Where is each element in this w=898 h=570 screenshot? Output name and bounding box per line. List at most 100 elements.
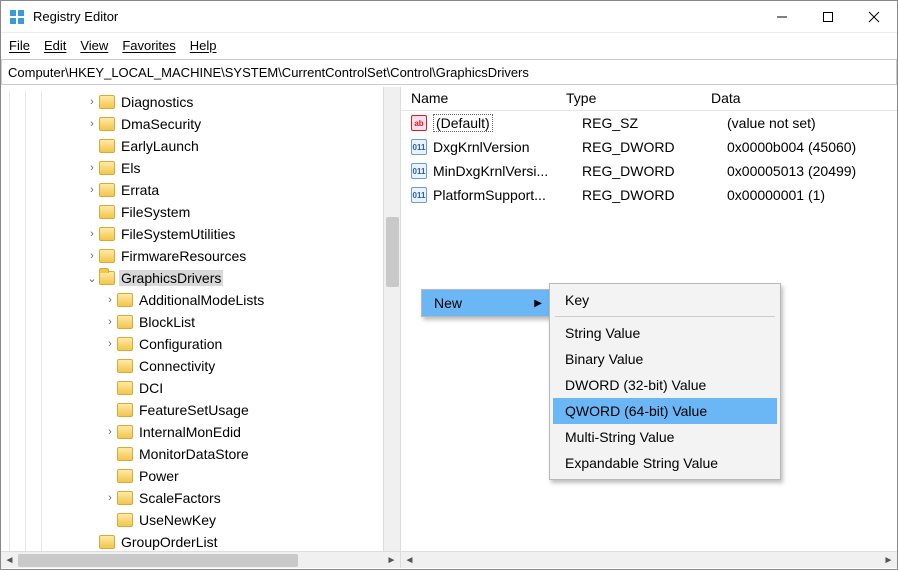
tree-node[interactable]: Power — [1, 465, 400, 487]
scrollbar-thumb[interactable] — [386, 217, 399, 287]
value-row[interactable]: 011DxgKrnlVersionREG_DWORD0x0000b004 (45… — [411, 135, 897, 159]
context-menu[interactable]: New ▶ — [421, 289, 551, 317]
string-value-icon: ab — [411, 115, 427, 131]
folder-icon — [117, 513, 133, 527]
value-row[interactable]: 011PlatformSupport...REG_DWORD0x00000001… — [411, 183, 897, 207]
window-title: Registry Editor — [33, 9, 759, 24]
tree-node[interactable]: ›InternalMonEdid — [1, 421, 400, 443]
tree-node[interactable]: UseNewKey — [1, 509, 400, 531]
tree-node-label: Power — [137, 468, 181, 484]
address-bar[interactable]: Computer\HKEY_LOCAL_MACHINE\SYSTEM\Curre… — [1, 59, 897, 85]
menu-favorites[interactable]: Favorites — [122, 38, 175, 53]
context-item[interactable]: Multi-String Value — [553, 424, 777, 450]
folder-icon — [117, 359, 133, 373]
col-data[interactable]: Data — [711, 87, 897, 110]
context-submenu-new[interactable]: Key String Value Binary Value DWORD (32-bit… — [549, 283, 781, 480]
tree-horizontal-scrollbar[interactable]: ◄ ► — [1, 551, 401, 568]
values-header[interactable]: Name Type Data — [401, 87, 897, 111]
folder-icon — [99, 205, 115, 219]
minimize-button[interactable] — [759, 1, 805, 33]
expand-toggle-icon[interactable]: › — [85, 184, 99, 196]
col-type[interactable]: Type — [566, 87, 711, 110]
tree-node[interactable]: ›BlockList — [1, 311, 400, 333]
scroll-left-icon[interactable]: ◄ — [401, 552, 418, 568]
close-button[interactable] — [851, 1, 897, 33]
context-item-label: String Value — [565, 325, 640, 341]
value-name: DxgKrnlVersion — [433, 139, 582, 155]
col-name[interactable]: Name — [411, 87, 566, 110]
tree-node[interactable]: › Diagnostics — [1, 91, 400, 113]
tree-node[interactable]: FeatureSetUsage — [1, 399, 400, 421]
tree-node-label: Configuration — [137, 336, 224, 352]
expand-toggle-icon[interactable]: › — [85, 162, 99, 174]
expand-toggle-icon[interactable]: › — [85, 118, 99, 130]
tree-node[interactable]: EarlyLaunch — [1, 135, 400, 157]
folder-icon — [117, 337, 133, 351]
tree-node[interactable]: GroupOrderList — [1, 531, 400, 551]
folder-icon — [99, 183, 115, 197]
context-item[interactable]: Key — [553, 287, 777, 313]
context-item[interactable]: QWORD (64-bit) Value — [553, 398, 777, 424]
tree-node-label: ScaleFactors — [137, 490, 223, 506]
expand-toggle-icon[interactable]: › — [85, 228, 99, 240]
tree-node[interactable]: ›DmaSecurity — [1, 113, 400, 135]
menu-edit[interactable]: Edit — [44, 38, 66, 53]
context-item[interactable]: Binary Value — [553, 346, 777, 372]
value-type: REG_SZ — [582, 115, 727, 131]
expand-toggle-icon[interactable]: › — [103, 426, 117, 438]
tree-node[interactable]: DCI — [1, 377, 400, 399]
scroll-left-icon[interactable]: ◄ — [1, 552, 18, 568]
tree-pane[interactable]: ›Diagnostics›DmaSecurityEarlyLaunch›Els›… — [1, 87, 401, 551]
expand-toggle-icon[interactable]: › — [103, 338, 117, 350]
context-item[interactable]: String Value — [553, 320, 777, 346]
values-horizontal-scrollbar[interactable]: ◄ ► — [401, 551, 897, 568]
scroll-right-icon[interactable]: ► — [383, 552, 400, 568]
context-item[interactable]: Expandable String Value — [553, 450, 777, 476]
tree-node[interactable]: ›Errata — [1, 179, 400, 201]
tree-node[interactable]: FileSystem — [1, 201, 400, 223]
context-item-label: DWORD (32-bit) Value — [565, 377, 706, 393]
context-separator — [555, 316, 775, 317]
tree-node[interactable]: ⌄GraphicsDrivers — [1, 267, 400, 289]
tree-node[interactable]: › Configuration — [1, 333, 400, 355]
binary-value-icon: 011 — [411, 187, 427, 203]
context-item-label: Expandable String Value — [565, 455, 718, 471]
tree-node-label: FileSystemUtilities — [119, 226, 237, 242]
folder-icon — [99, 117, 115, 131]
tree-node-label: FirmwareResources — [119, 248, 248, 264]
scrollbar-thumb[interactable] — [18, 554, 298, 567]
tree-node[interactable]: MonitorDataStore — [1, 443, 400, 465]
context-item-label: New — [434, 295, 462, 311]
binary-value-icon: 011 — [411, 139, 427, 155]
tree-node[interactable]: › FileSystemUtilities — [1, 223, 400, 245]
value-row[interactable]: ab(Default)REG_SZ(value not set) — [411, 111, 897, 135]
expand-toggle-icon[interactable]: › — [103, 316, 117, 328]
tree-node-label: EarlyLaunch — [119, 138, 201, 154]
expand-toggle-icon[interactable]: › — [103, 492, 117, 504]
folder-icon — [117, 381, 133, 395]
tree-node[interactable]: › FirmwareResources — [1, 245, 400, 267]
folder-icon — [99, 535, 115, 549]
context-item[interactable]: DWORD (32-bit) Value — [553, 372, 777, 398]
expand-toggle-icon[interactable]: › — [85, 96, 99, 108]
scroll-right-icon[interactable]: ► — [880, 552, 897, 568]
folder-icon — [99, 271, 115, 285]
value-row[interactable]: 011MinDxgKrnlVersi...REG_DWORD0x00005013… — [411, 159, 897, 183]
value-name: (Default) — [433, 115, 582, 131]
tree-node[interactable]: Connectivity — [1, 355, 400, 377]
context-item-new[interactable]: New ▶ — [422, 290, 550, 316]
expand-toggle-icon[interactable]: › — [85, 250, 99, 262]
maximize-button[interactable] — [805, 1, 851, 33]
tree-node[interactable]: ›AdditionalModeLists — [1, 289, 400, 311]
menu-view[interactable]: View — [80, 38, 108, 53]
menu-help[interactable]: Help — [190, 38, 217, 53]
menu-file[interactable]: File — [9, 38, 30, 53]
tree-node[interactable]: › ScaleFactors — [1, 487, 400, 509]
tree-node[interactable]: ›Els — [1, 157, 400, 179]
context-item-label: Key — [565, 292, 589, 308]
expand-toggle-icon[interactable]: ⌄ — [85, 272, 99, 285]
tree-node-label: Diagnostics — [119, 94, 195, 110]
expand-toggle-icon[interactable]: › — [103, 294, 117, 306]
tree-vertical-scrollbar[interactable] — [383, 87, 400, 551]
value-name: MinDxgKrnlVersi... — [433, 163, 582, 179]
